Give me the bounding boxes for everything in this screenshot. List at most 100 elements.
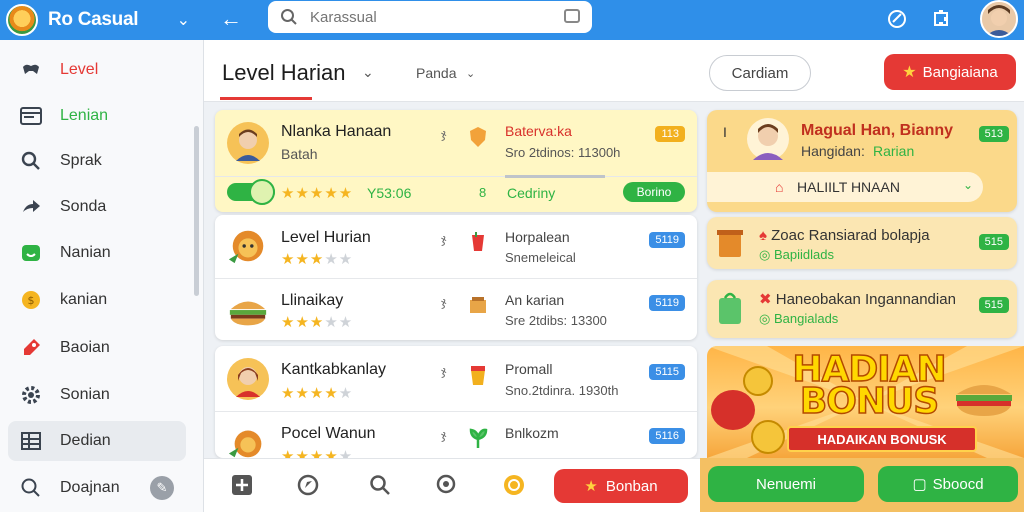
sidebar-item-sonian[interactable]: Sonian <box>8 375 186 415</box>
sidebar-item-label: Baoian <box>60 339 110 356</box>
sidebar-item-sprak[interactable]: Sprak <box>8 141 186 181</box>
task-sub: ◎ Bangialads <box>759 311 839 326</box>
bonus-banner[interactable]: HADIAN BONUS HADAIKAN BONUSK <box>707 346 1024 458</box>
app-logo <box>6 4 38 36</box>
level-reward-detail: Sro 2tdinos: 11300h <box>505 145 621 160</box>
bangiaiana-button[interactable]: ★ Bangiaiana <box>884 54 1016 90</box>
svg-text:$: $ <box>28 294 35 307</box>
level-badge: 5115 <box>649 364 685 380</box>
level-reward-detail: Snemeleical <box>505 250 576 265</box>
sidebar-item-label: Level <box>60 61 99 78</box>
list-item[interactable]: Level Hurian ★★★★★ ჯ Horpalean Snemeleic… <box>215 215 697 278</box>
swap-icon: ჯ <box>441 127 447 141</box>
drink-icon <box>467 231 489 253</box>
sidebar-item-baoian[interactable]: Baoian <box>8 328 186 368</box>
sidebar-item-sonda[interactable]: Sonda <box>8 187 186 227</box>
level-name: Kantkabkanlay <box>281 361 386 378</box>
divider-mark: I <box>723 124 727 140</box>
task-card[interactable]: ✖ Haneobakan Ingannandian ◎ Bangialads 5… <box>707 280 1017 338</box>
add-box-icon[interactable] <box>228 471 256 499</box>
featured-badge: 513 <box>978 126 1009 142</box>
gamepad-icon <box>18 57 44 83</box>
borino-button[interactable]: Borino <box>623 182 685 202</box>
bonus-title: HADIAN BONUS <box>792 349 948 422</box>
featured-player-card[interactable]: I Magual Han, Bianny Hangidan: Rarian 51… <box>707 110 1017 212</box>
coin-icon <box>751 420 785 454</box>
shield-badge-icon <box>467 126 489 148</box>
task-badge: 515 <box>978 297 1009 313</box>
star-icon: ★ <box>902 64 917 81</box>
rating-value: Y53:06 <box>367 185 412 201</box>
sboocd-button[interactable]: ▢ Sboocd <box>878 466 1018 502</box>
bottom-toolbar: ★ Bonban <box>204 458 700 512</box>
level-list-card: Kantkabkanlay ★★★★★ ჯ Promall Sno.2tdinr… <box>215 346 697 458</box>
sidebar-item-lenian[interactable]: Lenian <box>8 96 186 136</box>
pencil-icon[interactable]: ✎ <box>150 476 174 500</box>
search-icon[interactable] <box>366 471 394 499</box>
level-badge: 5119 <box>649 232 685 248</box>
lion-icon <box>227 421 269 458</box>
camera-icon[interactable] <box>564 9 580 23</box>
task-sub-text: Bapiidlads <box>773 247 834 262</box>
edit-badge-icon[interactable] <box>884 6 910 32</box>
sidebar-item-label: kanian <box>60 291 108 308</box>
dropdown-label: HALIILT HNAAN <box>797 179 900 195</box>
grid-icon <box>18 428 44 454</box>
star-rating: ★★★★★ <box>281 448 354 458</box>
user-avatar[interactable] <box>980 0 1018 38</box>
nenuemi-button[interactable]: Nenuemi <box>708 466 864 502</box>
sidebar: Level Lenian Sprak Sonda Nanian $ kanian… <box>0 40 204 512</box>
list-item[interactable]: Kantkabkanlay ★★★★★ ჯ Promall Sno.2tdinr… <box>215 346 697 410</box>
active-tab-indicator <box>220 97 312 100</box>
sidebar-item-label: Sonian <box>60 386 110 403</box>
task-title-text: Zoac Ransiarad bolapja <box>771 227 930 244</box>
chevron-down-icon[interactable]: ⌄ <box>466 67 475 80</box>
level-subtitle: Batah <box>281 146 318 162</box>
compass-icon[interactable] <box>294 471 322 499</box>
bag-icon <box>717 290 743 326</box>
star-rating: ★★★★★ <box>281 185 354 202</box>
sidebar-item-label: Dedian <box>60 432 111 449</box>
coin-icon[interactable] <box>500 471 528 499</box>
bonban-button[interactable]: ★ Bonban <box>554 469 688 503</box>
app-switcher[interactable]: Ro Casual ⌄ <box>6 2 202 38</box>
location-icon[interactable] <box>432 471 460 499</box>
fire-icon: ✖ <box>759 291 776 308</box>
featured-dropdown[interactable]: ⌂ HALIILT HNAAN ⌄ <box>707 172 983 202</box>
search-input[interactable] <box>310 8 550 26</box>
level-card-featured[interactable]: Nlanka Hanaan Batah ჯ Baterva:ka Sro 2td… <box>215 110 697 212</box>
level-reward-title: Promall <box>505 361 553 377</box>
sidebar-item-label: Lenian <box>60 107 109 124</box>
featured-name: Magual Han, Bianny <box>801 122 954 139</box>
chevron-down-icon[interactable]: ⌄ <box>362 64 374 81</box>
swap-icon: ჯ <box>441 295 447 309</box>
avatar <box>227 358 269 400</box>
swap-icon: ჯ <box>441 232 447 246</box>
search-bar <box>268 1 592 33</box>
level-name: Pocel Wanun <box>281 425 376 442</box>
level-reward-title: An karian <box>505 292 565 308</box>
sidebar-item-level[interactable]: Level <box>8 50 186 90</box>
task-title: ♠ Zoac Ransiarad bolapja <box>759 227 930 244</box>
back-arrow-icon[interactable]: ← <box>218 4 244 34</box>
cardiam-button[interactable]: Cardiam <box>709 55 811 91</box>
level-reward-title: Horpalean <box>505 229 570 245</box>
swap-icon: ჯ <box>441 428 447 442</box>
sidebar-item-kanian[interactable]: $ kanian <box>8 280 186 320</box>
burger-icon <box>227 290 269 332</box>
level-list-card: Level Hurian ★★★★★ ჯ Horpalean Snemeleic… <box>215 215 697 340</box>
list-item[interactable]: Llinaikay ★★★★★ ჯ An karian Sre 2tdibs: … <box>215 278 697 340</box>
sidebar-item-nanian[interactable]: Nanian <box>8 233 186 273</box>
progress-toggle[interactable] <box>227 179 275 205</box>
page-title: Level Harian <box>222 60 346 85</box>
task-card[interactable]: ♠ Zoac Ransiarad bolapja ◎ Bapiidlads 51… <box>707 217 1017 269</box>
list-item[interactable]: Pocel Wanun ★★★★★ ჯ Bnlkozm 5116 <box>215 411 697 458</box>
gear-icon <box>18 382 44 408</box>
pencil-tag-icon <box>18 335 44 361</box>
filter-dropdown[interactable]: Panda <box>416 65 456 81</box>
puzzle-icon[interactable] <box>928 6 954 32</box>
sidebar-item-label: Sprak <box>60 152 102 169</box>
progress-bar <box>505 175 605 178</box>
sidebar-item-dedian[interactable]: Dedian <box>8 421 186 461</box>
sidebar-scrollbar[interactable] <box>194 126 199 296</box>
